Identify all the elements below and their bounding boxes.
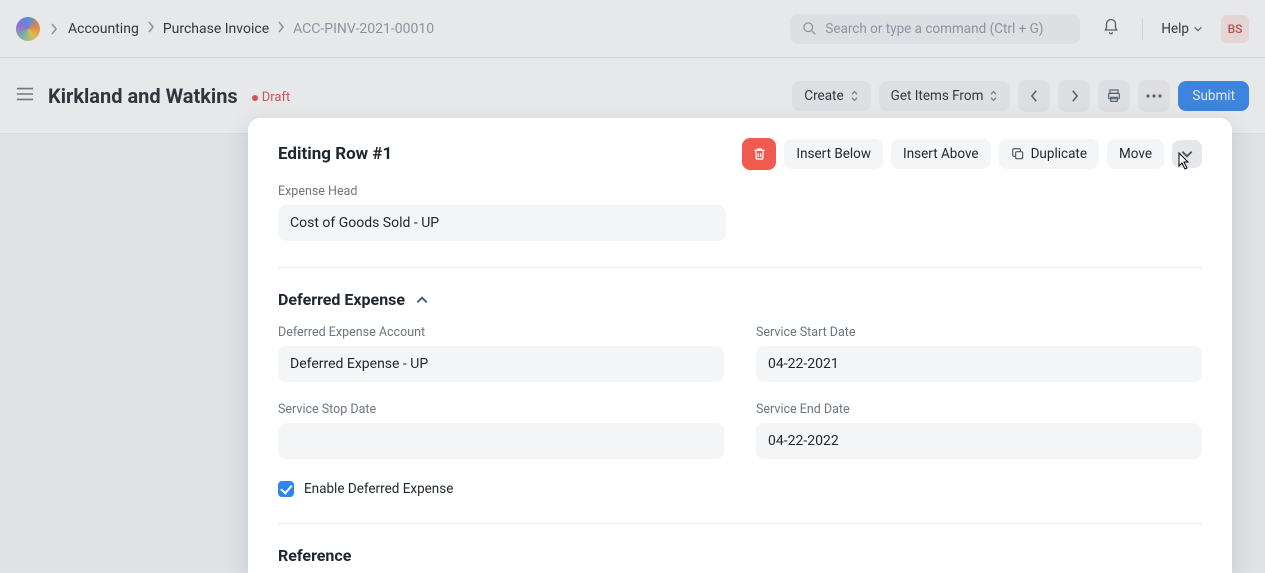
help-label: Help (1161, 21, 1189, 37)
copy-icon (1011, 147, 1025, 161)
service-stop-date-input[interactable] (278, 423, 724, 459)
breadcrumb-current: ACC-PINV-2021-00010 (293, 21, 434, 37)
insert-below-button[interactable]: Insert Below (784, 139, 883, 169)
breadcrumb-link[interactable]: Accounting (68, 21, 139, 37)
service-end-date-input[interactable]: 04-22-2022 (756, 423, 1202, 459)
checkbox-label: Enable Deferred Expense (304, 481, 453, 497)
dots-icon (1146, 94, 1162, 98)
divider (278, 523, 1202, 524)
field-label: Deferred Expense Account (278, 325, 724, 340)
expense-head-field: Expense Head Cost of Goods Sold - UP (278, 184, 1202, 241)
chevron-left-icon (1030, 89, 1039, 103)
search-icon (802, 21, 817, 36)
app-logo[interactable] (16, 17, 40, 41)
chevron-up-icon (415, 293, 429, 307)
chevron-right-icon (50, 23, 58, 35)
section-title-text: Deferred Expense (278, 290, 405, 309)
insert-above-button[interactable]: Insert Above (891, 139, 991, 169)
create-label: Create (804, 88, 843, 104)
breadcrumb: Accounting Purchase Invoice ACC-PINV-202… (68, 21, 434, 37)
checkbox-checked-icon (278, 481, 294, 497)
search-placeholder: Search or type a command (Ctrl + G) (825, 21, 1043, 37)
select-icon (850, 89, 859, 103)
row-editor-modal: Editing Row #1 Insert Below Insert Above… (248, 118, 1232, 573)
get-items-label: Get Items From (891, 88, 984, 104)
breadcrumb-link[interactable]: Purchase Invoice (163, 21, 269, 37)
reference-section-header[interactable]: Reference (278, 546, 1202, 565)
more-menu-button[interactable] (1138, 80, 1170, 112)
menu-icon[interactable] (16, 86, 34, 105)
prev-doc-button[interactable] (1018, 80, 1050, 112)
divider (1142, 18, 1143, 40)
chevron-right-icon (277, 21, 285, 37)
get-items-dropdown[interactable]: Get Items From (879, 81, 1011, 111)
chevron-right-icon (147, 21, 155, 37)
topbar: Accounting Purchase Invoice ACC-PINV-202… (0, 0, 1265, 58)
deferred-account-input[interactable]: Deferred Expense - UP (278, 346, 724, 382)
duplicate-label: Duplicate (1031, 146, 1087, 162)
print-button[interactable] (1098, 80, 1130, 112)
field-label: Service Start Date (756, 325, 1202, 340)
chevron-right-icon (1070, 89, 1079, 103)
next-doc-button[interactable] (1058, 80, 1090, 112)
global-search[interactable]: Search or type a command (Ctrl + G) (790, 14, 1080, 44)
service-start-date-input[interactable]: 04-22-2021 (756, 346, 1202, 382)
deferred-expense-section-header[interactable]: Deferred Expense (278, 290, 1202, 309)
service-stop-date-field: Service Stop Date (278, 402, 724, 459)
deferred-account-field: Deferred Expense Account Deferred Expens… (278, 325, 724, 382)
chevron-down-icon (1180, 147, 1194, 161)
expense-head-input[interactable]: Cost of Goods Sold - UP (278, 205, 726, 241)
duplicate-button[interactable]: Duplicate (999, 139, 1099, 169)
chevron-down-icon (1193, 24, 1203, 34)
bell-icon (1102, 18, 1120, 36)
notifications-button[interactable] (1098, 14, 1124, 44)
service-start-date-field: Service Start Date 04-22-2021 (756, 325, 1202, 382)
enable-deferred-checkbox-row[interactable]: Enable Deferred Expense (278, 481, 724, 497)
field-label: Expense Head (278, 184, 1202, 199)
help-dropdown[interactable]: Help (1161, 21, 1203, 37)
submit-button[interactable]: Submit (1178, 81, 1249, 111)
field-label: Service End Date (756, 402, 1202, 417)
service-end-date-field: Service End Date 04-22-2022 (756, 402, 1202, 459)
modal-title: Editing Row #1 (278, 144, 392, 164)
document-title: Kirkland and Watkins (48, 84, 238, 108)
user-avatar[interactable]: BS (1221, 15, 1249, 43)
status-badge: Draft (252, 86, 291, 105)
field-label: Service Stop Date (278, 402, 724, 417)
move-button[interactable]: Move (1107, 139, 1164, 169)
printer-icon (1106, 88, 1122, 104)
section-title-text: Reference (278, 546, 351, 565)
trash-icon (752, 146, 767, 162)
divider (278, 267, 1202, 268)
collapse-button[interactable] (1172, 140, 1202, 168)
create-dropdown[interactable]: Create (792, 81, 870, 111)
select-icon (989, 89, 998, 103)
delete-row-button[interactable] (742, 138, 776, 170)
